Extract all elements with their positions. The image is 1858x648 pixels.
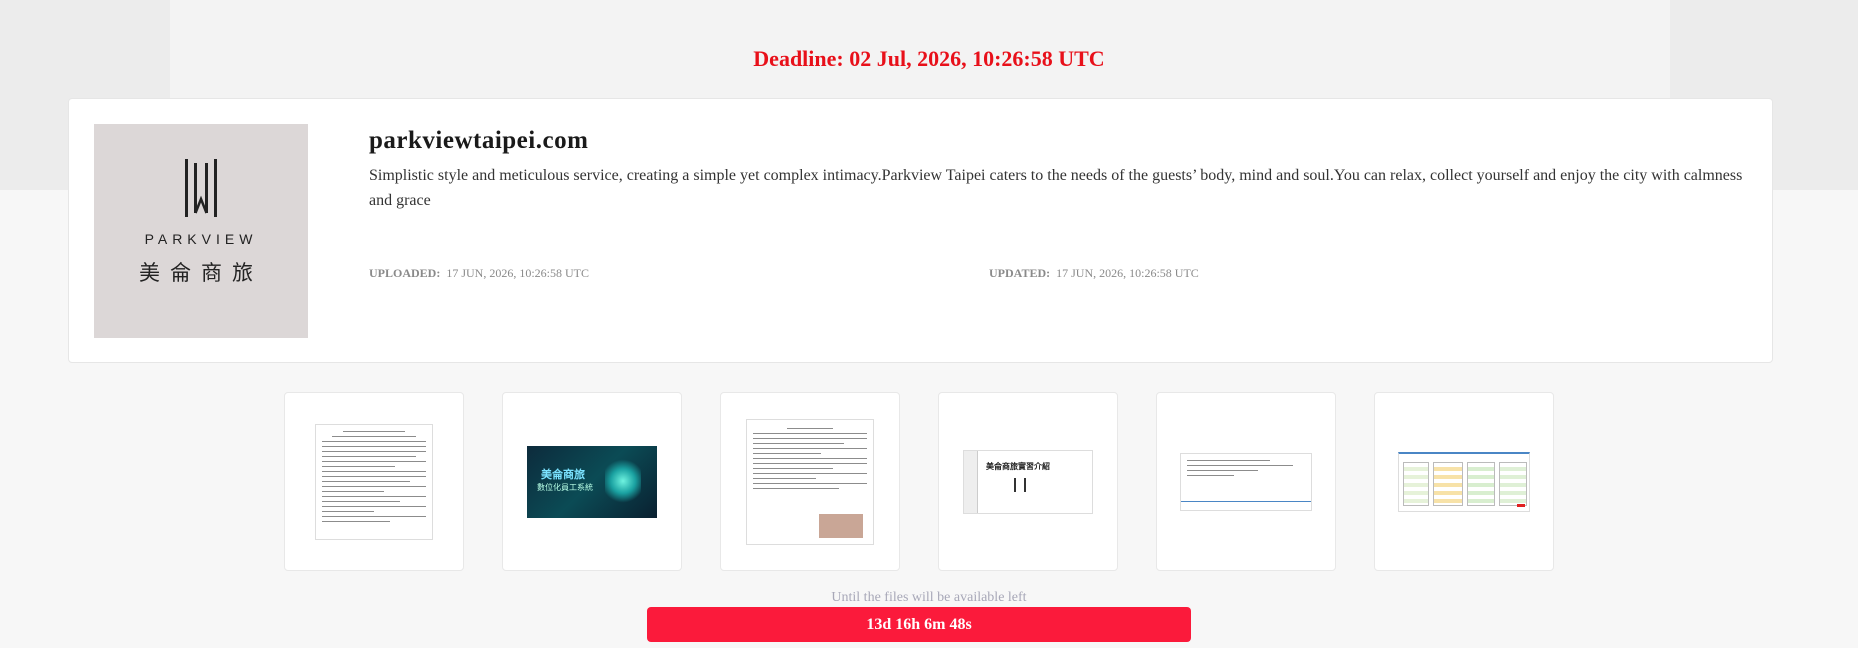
glow-graphic (605, 455, 641, 506)
grid-line (1181, 500, 1311, 502)
site-title: parkviewtaipei.com (369, 127, 589, 154)
photo-preview (819, 513, 863, 538)
countdown-timer: 13d 16h 6m 48s (647, 607, 1191, 642)
promo-image-preview: 美侖商旅 數位化員工系統 (527, 445, 657, 518)
promo-title: 美侖商旅 (541, 467, 585, 481)
file-thumbnails: 美侖商旅 數位化員工系統 美侖商旅實習介紹 (0, 392, 1858, 572)
file-info-card: PARKVIEW 美侖商旅 parkviewtaipei.com Simplis… (68, 98, 1773, 363)
updated-meta: UPDATED: 17 JUN, 2026, 10:26:58 UTC (989, 266, 1199, 281)
form-document-preview (315, 423, 433, 540)
updated-label: UPDATED: (989, 266, 1051, 280)
logo-english-text: PARKVIEW (144, 231, 258, 247)
colored-spreadsheet-preview (1398, 451, 1530, 512)
promo-subtitle: 數位化員工系統 (537, 482, 593, 492)
spreadsheet-preview (1180, 452, 1312, 511)
parkview-logo-mark-icon (185, 159, 217, 217)
uploaded-label: UPLOADED: (369, 266, 441, 280)
file-thumbnail-form[interactable] (284, 392, 464, 571)
file-thumbnail-colored-sheet[interactable] (1374, 392, 1554, 571)
uploaded-meta: UPLOADED: 17 JUN, 2026, 10:26:58 UTC (369, 266, 589, 281)
deadline-text: Deadline: 02 Jul, 2026, 10:26:58 UTC (753, 46, 1105, 71)
uploaded-value: 17 JUN, 2026, 10:26:58 UTC (446, 266, 590, 280)
slide-panel (964, 450, 978, 513)
file-thumbnail-spreadsheet[interactable] (1156, 392, 1336, 571)
logo-chinese-text: 美侖商旅 (139, 261, 263, 285)
slide-logo-icon (1014, 477, 1026, 492)
presentation-preview: 美侖商旅實習介紹 (963, 449, 1093, 514)
site-description: Simplistic style and meticulous service,… (369, 167, 1743, 209)
order-document-preview (746, 418, 874, 545)
countdown-label: Until the files will be available left (831, 590, 1027, 605)
updated-value: 17 JUN, 2026, 10:26:58 UTC (1056, 266, 1199, 280)
file-thumbnail-order[interactable] (720, 392, 900, 571)
brand-logo: PARKVIEW 美侖商旅 (94, 124, 308, 338)
file-thumbnail-presentation[interactable]: 美侖商旅實習介紹 (938, 392, 1118, 571)
slide-title: 美侖商旅實習介紹 (986, 461, 1050, 471)
file-thumbnail-promo[interactable]: 美侖商旅 數位化員工系統 (502, 392, 682, 571)
